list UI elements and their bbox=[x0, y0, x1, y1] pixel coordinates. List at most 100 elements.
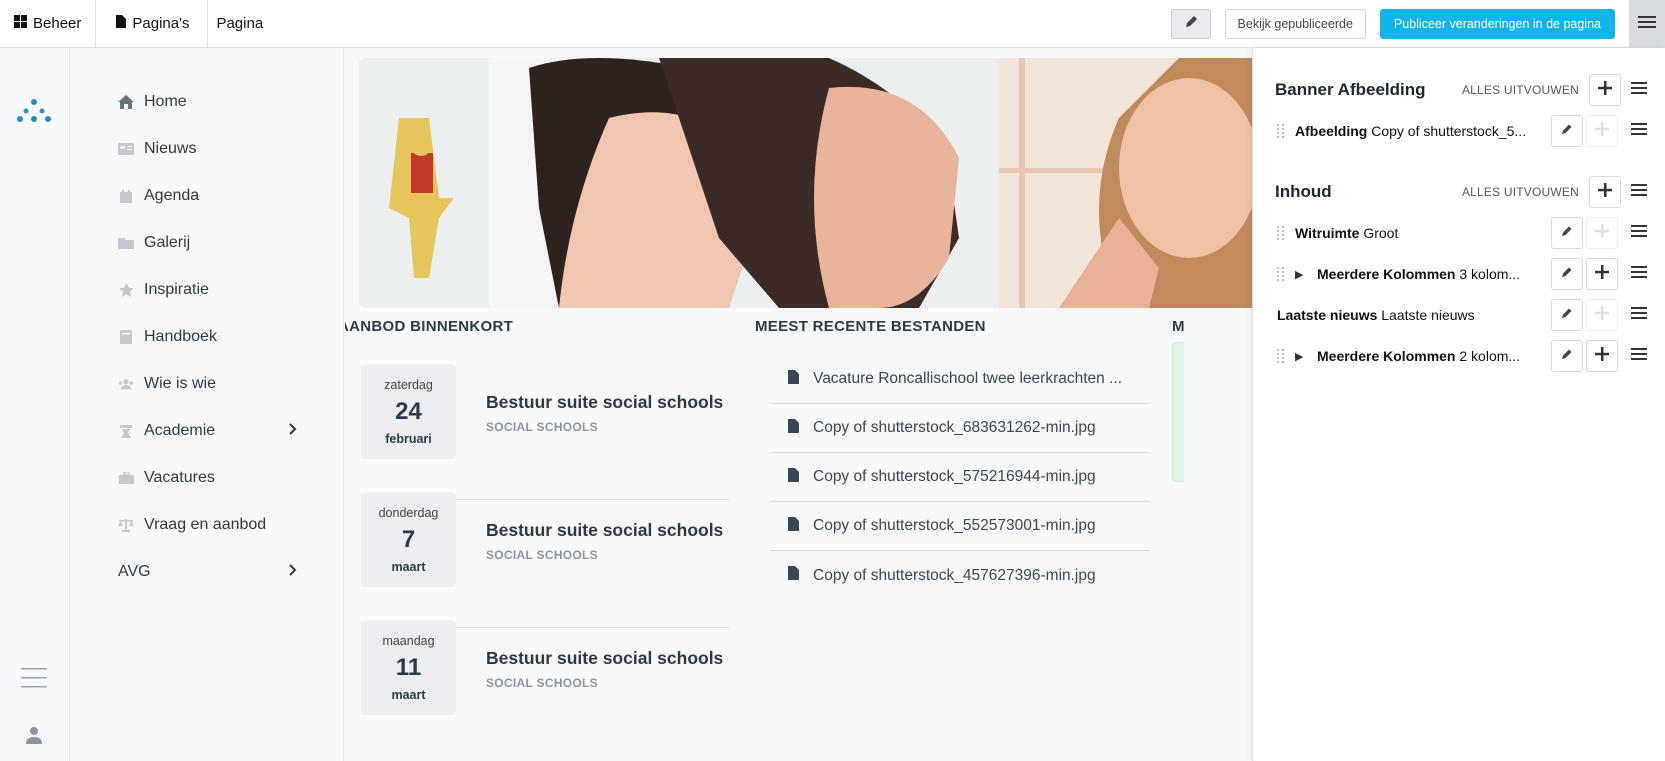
file-name: Copy of shutterstock_457627396-min.jpg bbox=[813, 566, 1096, 584]
book-icon bbox=[118, 330, 134, 344]
add-block-button[interactable] bbox=[1589, 176, 1621, 208]
add-child-button[interactable] bbox=[1586, 217, 1618, 249]
expand-all-button[interactable]: ALLES UITVOUWEN bbox=[1462, 83, 1579, 97]
edit-block-button[interactable] bbox=[1551, 115, 1583, 147]
nav-item-galerij[interactable]: Galerij bbox=[118, 231, 190, 255]
block-menu-button[interactable] bbox=[1621, 340, 1647, 372]
block-row[interactable]: Witruimte Groot bbox=[1277, 217, 1647, 249]
breadcrumb-beheer[interactable]: Beheer bbox=[0, 0, 97, 48]
edit-block-button[interactable] bbox=[1551, 217, 1583, 249]
banner-image bbox=[359, 58, 1259, 308]
structure-panel: Banner Afbeelding ALLES UITVOUWEN Afbeel… bbox=[1252, 48, 1665, 761]
block-label: Meerdere Kolommen 2 kolom... bbox=[1317, 348, 1521, 364]
event-item[interactable]: maandag 11 maart Bestuur suite social sc… bbox=[361, 620, 729, 756]
file-item[interactable]: Copy of shutterstock_575216944-min.jpg bbox=[770, 453, 1150, 502]
user-icon[interactable] bbox=[26, 726, 42, 749]
file-item[interactable]: Vacature Roncallischool twee leerkrachte… bbox=[770, 355, 1150, 404]
nav-label: AVG bbox=[118, 563, 151, 580]
block-row[interactable]: Afbeelding Copy of shutterstock_5... bbox=[1277, 115, 1647, 147]
add-child-button[interactable] bbox=[1586, 258, 1618, 290]
block-menu-button[interactable] bbox=[1621, 115, 1647, 147]
drag-handle-icon[interactable] bbox=[1277, 344, 1287, 368]
date-day: zaterdag bbox=[384, 378, 433, 392]
breadcrumb-label: Pagina's bbox=[132, 15, 190, 32]
edit-block-button[interactable] bbox=[1551, 258, 1583, 290]
breadcrumb-paginas[interactable]: Pagina's bbox=[96, 0, 209, 48]
main-content: AANBOD BINNENKORT MEEST RECENTE BESTANDE… bbox=[345, 48, 1260, 761]
file-item[interactable]: Copy of shutterstock_457627396-min.jpg bbox=[770, 551, 1150, 600]
nav-item-nieuws[interactable]: Nieuws bbox=[118, 137, 196, 161]
icon-rail bbox=[0, 48, 70, 761]
add-block-button[interactable] bbox=[1589, 74, 1621, 106]
file-icon bbox=[116, 15, 127, 32]
section-menu-button[interactable] bbox=[1621, 74, 1647, 106]
nav-item-handboek[interactable]: Handboek bbox=[118, 325, 217, 349]
nav-item-agenda[interactable]: Agenda bbox=[118, 184, 199, 208]
add-child-button[interactable] bbox=[1586, 340, 1618, 372]
date-day: donderdag bbox=[378, 506, 439, 520]
event-title[interactable]: Bestuur suite social schools bbox=[486, 392, 723, 413]
newspaper-icon bbox=[118, 142, 134, 156]
pencil-icon bbox=[1561, 347, 1573, 365]
add-child-button[interactable] bbox=[1586, 299, 1618, 331]
panel-menu-button[interactable] bbox=[1629, 0, 1665, 48]
date-month: maart bbox=[391, 688, 426, 702]
nav-item-avg[interactable]: AVG bbox=[118, 560, 151, 584]
breadcrumb-label: Pagina bbox=[216, 15, 264, 32]
publish-button[interactable]: Publiceer veranderingen in de pagina bbox=[1379, 9, 1615, 39]
drag-handle-icon[interactable] bbox=[1277, 119, 1287, 143]
edit-mode-button[interactable] bbox=[1170, 9, 1211, 39]
block-menu-button[interactable] bbox=[1621, 258, 1647, 290]
pencil-icon bbox=[1561, 265, 1573, 283]
block-row[interactable]: Laatste nieuws Laatste nieuws bbox=[1277, 299, 1647, 331]
block-row[interactable]: ▶ Meerdere Kolommen 3 kolom... bbox=[1277, 258, 1647, 290]
third-section-title: M bbox=[1172, 318, 1185, 335]
file-item[interactable]: Copy of shutterstock_552573001-min.jpg bbox=[770, 502, 1150, 551]
file-name: Copy of shutterstock_683631262-min.jpg bbox=[813, 419, 1096, 436]
block-menu-button[interactable] bbox=[1621, 217, 1647, 249]
grid-icon bbox=[14, 15, 27, 32]
nav-item-vacatures[interactable]: Vacatures bbox=[118, 466, 215, 490]
add-child-button[interactable] bbox=[1586, 115, 1618, 147]
drag-handle-icon[interactable] bbox=[1277, 262, 1287, 286]
plus-icon bbox=[1598, 182, 1612, 202]
file-icon bbox=[788, 467, 799, 487]
section-menu-button[interactable] bbox=[1621, 176, 1647, 208]
nav-item-vraag-en-aanbod[interactable]: Vraag en aanbod bbox=[118, 513, 266, 537]
pencil-icon bbox=[1561, 306, 1573, 324]
expand-triangle-icon[interactable]: ▶ bbox=[1295, 268, 1309, 281]
nav-label: Home bbox=[144, 93, 187, 110]
drag-handle-icon[interactable] bbox=[1277, 221, 1287, 245]
block-menu-button[interactable] bbox=[1621, 299, 1647, 331]
view-published-button[interactable]: Bekijk gepubliceerde bbox=[1224, 9, 1366, 39]
logo-icon[interactable] bbox=[16, 98, 52, 127]
nav-item-wie-is-wie[interactable]: Wie is wie bbox=[118, 372, 216, 396]
chevron-right-icon[interactable] bbox=[289, 563, 297, 579]
expand-all-button[interactable]: ALLES UITVOUWEN bbox=[1462, 185, 1579, 199]
event-item[interactable]: donderdag 7 maart Bestuur suite social s… bbox=[361, 492, 729, 628]
file-item[interactable]: Copy of shutterstock_683631262-min.jpg bbox=[770, 404, 1150, 453]
calendar-icon bbox=[118, 189, 134, 203]
expand-triangle-icon[interactable]: ▶ bbox=[1295, 350, 1309, 363]
edit-block-button[interactable] bbox=[1551, 299, 1583, 331]
plus-icon bbox=[1595, 346, 1609, 366]
event-item[interactable]: zaterdag 24 februari Bestuur suite socia… bbox=[361, 364, 729, 500]
graduation-icon bbox=[118, 424, 134, 438]
event-subtitle: SOCIAL SCHOOLS bbox=[486, 548, 598, 562]
block-label: Afbeelding Copy of shutterstock_5... bbox=[1295, 123, 1527, 139]
breadcrumb-pagina[interactable]: Pagina bbox=[208, 0, 277, 48]
plus-icon bbox=[1595, 223, 1609, 243]
plus-icon bbox=[1595, 121, 1609, 141]
edit-block-button[interactable] bbox=[1551, 340, 1583, 372]
pencil-icon bbox=[1184, 15, 1198, 34]
nav-item-inspiratie[interactable]: Inspiratie bbox=[118, 278, 209, 302]
hamburger-icon[interactable] bbox=[21, 668, 47, 693]
chevron-right-icon[interactable] bbox=[289, 422, 297, 438]
side-nav: Home Nieuws Agenda Galerij Inspiratie Ha… bbox=[70, 48, 344, 761]
event-title[interactable]: Bestuur suite social schools bbox=[486, 520, 723, 541]
nav-item-home[interactable]: Home bbox=[118, 90, 187, 114]
nav-item-academie[interactable]: Academie bbox=[118, 419, 298, 443]
block-row[interactable]: ▶ Meerdere Kolommen 2 kolom... bbox=[1277, 340, 1647, 372]
event-title[interactable]: Bestuur suite social schools bbox=[486, 648, 723, 669]
menu-icon bbox=[1631, 183, 1647, 201]
